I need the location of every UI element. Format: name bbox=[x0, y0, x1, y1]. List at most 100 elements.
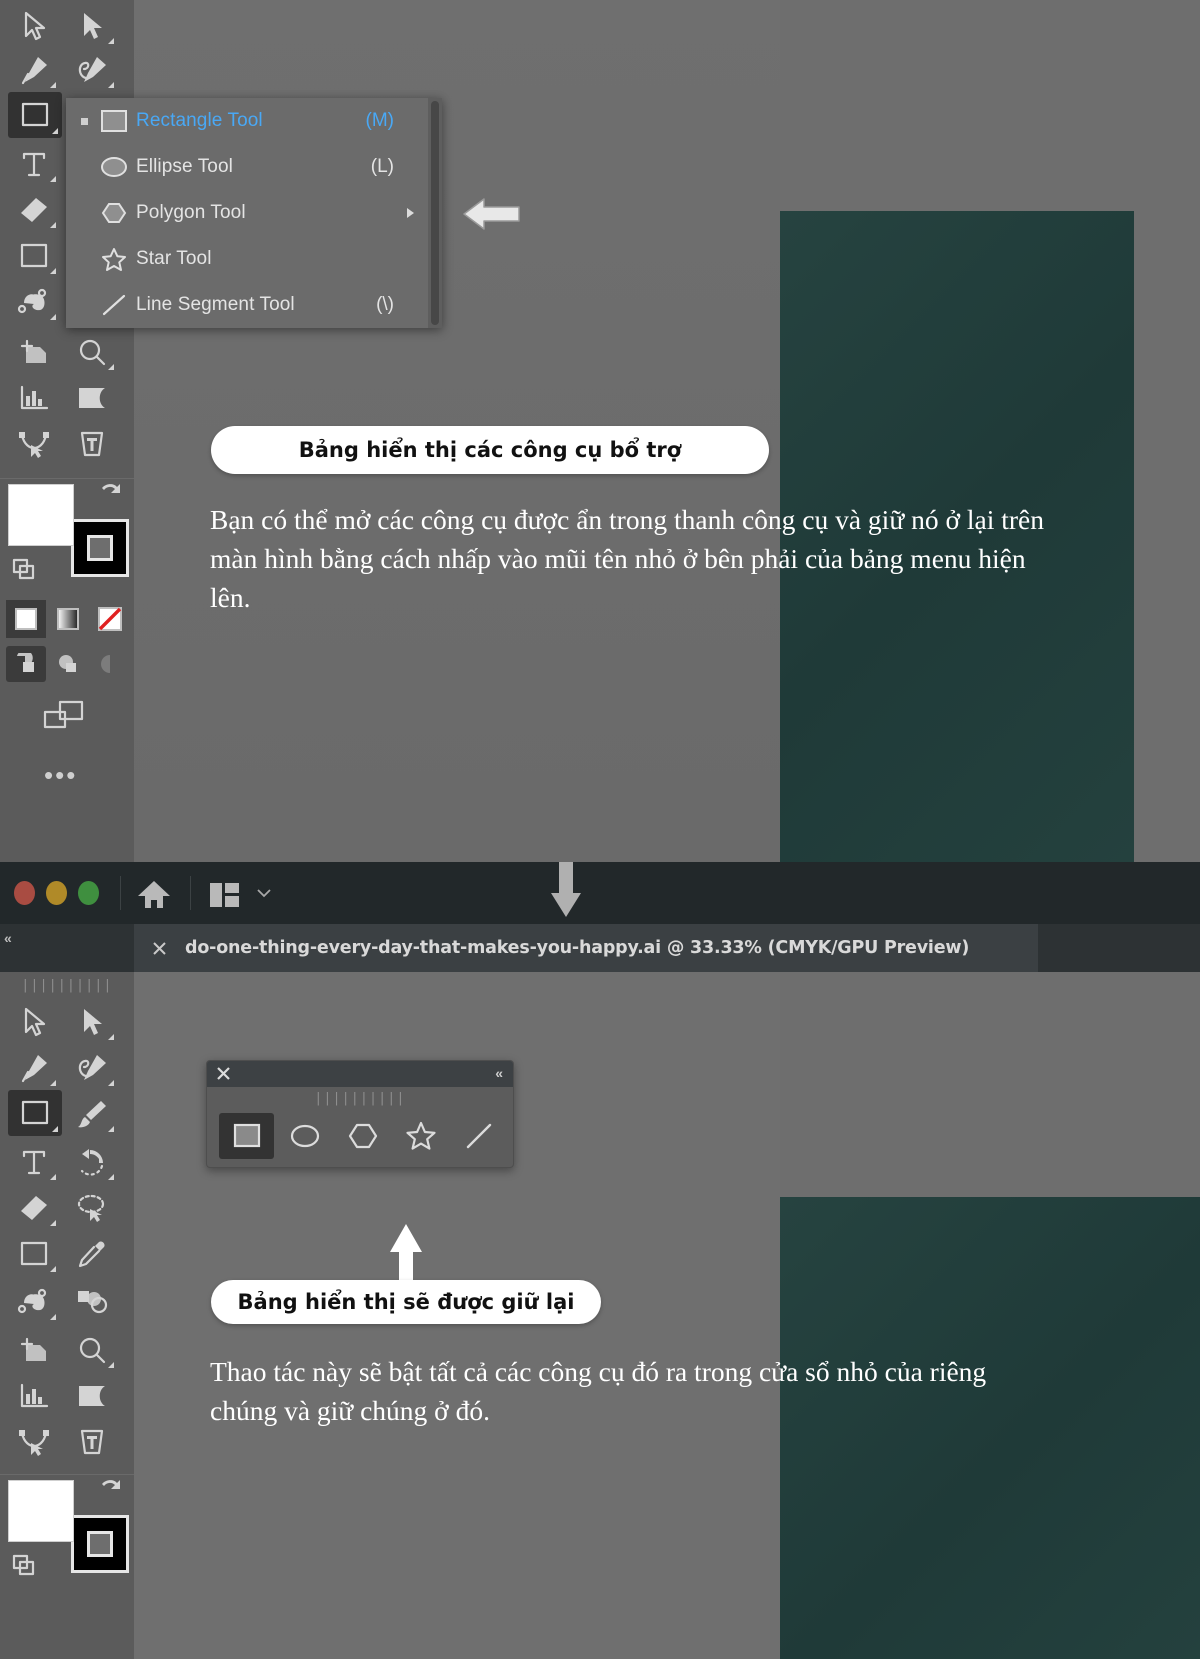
puppet-warp-tool[interactable] bbox=[8, 1420, 60, 1464]
width-tool[interactable] bbox=[8, 1280, 60, 1324]
gradient-mode-button[interactable] bbox=[48, 600, 88, 638]
description-paragraph-bottom: Thao tác này sẽ bật tất cả các công cụ đ… bbox=[210, 1356, 987, 1427]
puppet-warp-tool[interactable] bbox=[8, 422, 60, 466]
selection-tool[interactable] bbox=[8, 4, 60, 48]
close-icon[interactable] bbox=[152, 941, 167, 956]
tool-group-corner-icon bbox=[52, 1126, 58, 1132]
fill-stroke-controls[interactable] bbox=[8, 484, 129, 584]
tool-group-corner-icon bbox=[108, 1034, 114, 1040]
paintbrush-tool[interactable] bbox=[66, 1092, 118, 1136]
flyout-item-label: Polygon Tool bbox=[136, 202, 246, 223]
gradient-tool[interactable] bbox=[8, 1232, 60, 1276]
draw-behind-button[interactable] bbox=[48, 646, 88, 682]
tools-panel-bottom[interactable]: |||||||||| bbox=[0, 972, 134, 1659]
star-tool[interactable] bbox=[393, 1113, 448, 1159]
artboard-tool[interactable] bbox=[8, 330, 60, 374]
column-graph-tool[interactable] bbox=[8, 1374, 60, 1418]
polygon-tool[interactable] bbox=[335, 1113, 390, 1159]
swap-fill-stroke-icon[interactable] bbox=[96, 480, 122, 506]
tool-group-corner-icon bbox=[108, 1362, 114, 1368]
application-titlebar bbox=[0, 862, 1200, 924]
zoom-tool[interactable] bbox=[66, 1328, 118, 1372]
rectangle-tool[interactable] bbox=[219, 1113, 274, 1159]
fill-mode-group[interactable] bbox=[6, 600, 130, 638]
flyout-item-rectangle-tool[interactable]: Rectangle Tool (M) bbox=[66, 98, 442, 144]
shape-panel-header[interactable]: « bbox=[207, 1061, 513, 1087]
type-tool[interactable] bbox=[8, 142, 60, 186]
flyout-item-polygon-tool[interactable]: Polygon Tool bbox=[66, 190, 442, 236]
none-mode-button[interactable] bbox=[90, 600, 130, 638]
arrange-documents-icon[interactable] bbox=[210, 883, 240, 907]
document-tab[interactable]: do-one-thing-every-day-that-makes-you-ha… bbox=[134, 924, 1038, 972]
fill-swatch[interactable] bbox=[8, 1480, 74, 1542]
draw-inside-button[interactable] bbox=[90, 646, 130, 682]
shape-tools-flyout[interactable]: Rectangle Tool (M) Ellipse Tool (L) Poly… bbox=[66, 98, 442, 328]
chevron-down-icon[interactable] bbox=[256, 887, 272, 899]
artboard-tool[interactable] bbox=[8, 1328, 60, 1372]
collapse-panel-icon[interactable]: « bbox=[4, 930, 12, 946]
home-icon[interactable] bbox=[136, 879, 172, 909]
stroke-swatch[interactable] bbox=[71, 519, 129, 577]
eraser-tool[interactable] bbox=[8, 188, 60, 232]
eyedropper-tool[interactable] bbox=[66, 1232, 118, 1276]
rectangle-tool[interactable] bbox=[8, 1090, 62, 1136]
shape-builder-tool[interactable] bbox=[66, 1374, 118, 1418]
minimize-button[interactable] bbox=[46, 881, 67, 905]
tool-group-corner-icon bbox=[108, 82, 114, 88]
shape-panel-grip[interactable]: |||||||||| bbox=[207, 1091, 513, 1106]
flyout-item-ellipse-tool[interactable]: Ellipse Tool (L) bbox=[66, 144, 442, 190]
pen-tool[interactable] bbox=[8, 48, 60, 92]
close-icon[interactable] bbox=[216, 1066, 231, 1081]
shape-modes-tool[interactable] bbox=[66, 1280, 118, 1324]
shape-panel-tool-row[interactable] bbox=[219, 1113, 506, 1159]
pen-tool[interactable] bbox=[8, 1046, 60, 1090]
screen-mode-button[interactable] bbox=[40, 698, 86, 732]
flyout-item-star-tool[interactable]: Star Tool bbox=[66, 236, 442, 282]
edit-toolbar-button[interactable]: ••• bbox=[44, 762, 77, 788]
direct-selection-tool[interactable] bbox=[66, 4, 118, 48]
tool-group-corner-icon bbox=[50, 314, 56, 320]
zoom-tool[interactable] bbox=[66, 330, 118, 374]
shape-tools-floating-panel[interactable]: « |||||||||| bbox=[206, 1060, 514, 1168]
flyout-item-shortcut: (L) bbox=[370, 156, 394, 177]
fill-stroke-controls[interactable] bbox=[8, 1480, 129, 1590]
default-fill-stroke-icon[interactable] bbox=[12, 558, 38, 582]
window-controls[interactable] bbox=[14, 881, 99, 905]
rotate-tool[interactable] bbox=[66, 1140, 118, 1184]
touch-type-tool[interactable] bbox=[66, 1420, 118, 1464]
column-graph-tool[interactable] bbox=[8, 376, 60, 420]
lasso-tool[interactable] bbox=[66, 1186, 118, 1230]
tool-group-corner-icon bbox=[108, 1080, 114, 1086]
gradient-tool[interactable] bbox=[8, 234, 60, 278]
draw-mode-group[interactable] bbox=[6, 646, 130, 682]
selection-tool[interactable] bbox=[8, 1000, 60, 1044]
swap-fill-stroke-icon[interactable] bbox=[96, 1476, 122, 1502]
flyout-item-label: Ellipse Tool bbox=[136, 156, 233, 177]
stroke-swatch[interactable] bbox=[71, 1515, 129, 1573]
width-tool[interactable] bbox=[8, 280, 60, 324]
tool-group-corner-icon bbox=[52, 128, 58, 134]
maximize-button[interactable] bbox=[78, 881, 99, 905]
flyout-submenu-arrow-icon[interactable] bbox=[407, 208, 414, 218]
curvature-tool[interactable] bbox=[66, 48, 118, 92]
toolbar-grip[interactable]: |||||||||| bbox=[0, 978, 134, 993]
ellipse-tool[interactable] bbox=[277, 1113, 332, 1159]
star-icon bbox=[92, 247, 136, 271]
tool-group-corner-icon bbox=[50, 222, 56, 228]
fill-swatch[interactable] bbox=[8, 484, 74, 546]
touch-type-tool[interactable] bbox=[66, 422, 118, 466]
double-chevron-left-icon[interactable]: « bbox=[495, 1065, 503, 1081]
eraser-tool[interactable] bbox=[8, 1186, 60, 1230]
flyout-item-line-segment-tool[interactable]: Line Segment Tool (\) bbox=[66, 282, 442, 328]
close-button[interactable] bbox=[14, 881, 35, 905]
polygon-icon bbox=[92, 201, 136, 225]
direct-selection-tool[interactable] bbox=[66, 1000, 118, 1044]
color-mode-button[interactable] bbox=[6, 600, 46, 638]
line-tool[interactable] bbox=[451, 1113, 506, 1159]
rectangle-tool[interactable] bbox=[8, 92, 62, 138]
curvature-tool[interactable] bbox=[66, 1046, 118, 1090]
shape-builder-tool[interactable] bbox=[66, 376, 118, 420]
default-fill-stroke-icon[interactable] bbox=[12, 1554, 38, 1578]
type-tool[interactable] bbox=[8, 1140, 60, 1184]
draw-normal-button[interactable] bbox=[6, 646, 46, 682]
